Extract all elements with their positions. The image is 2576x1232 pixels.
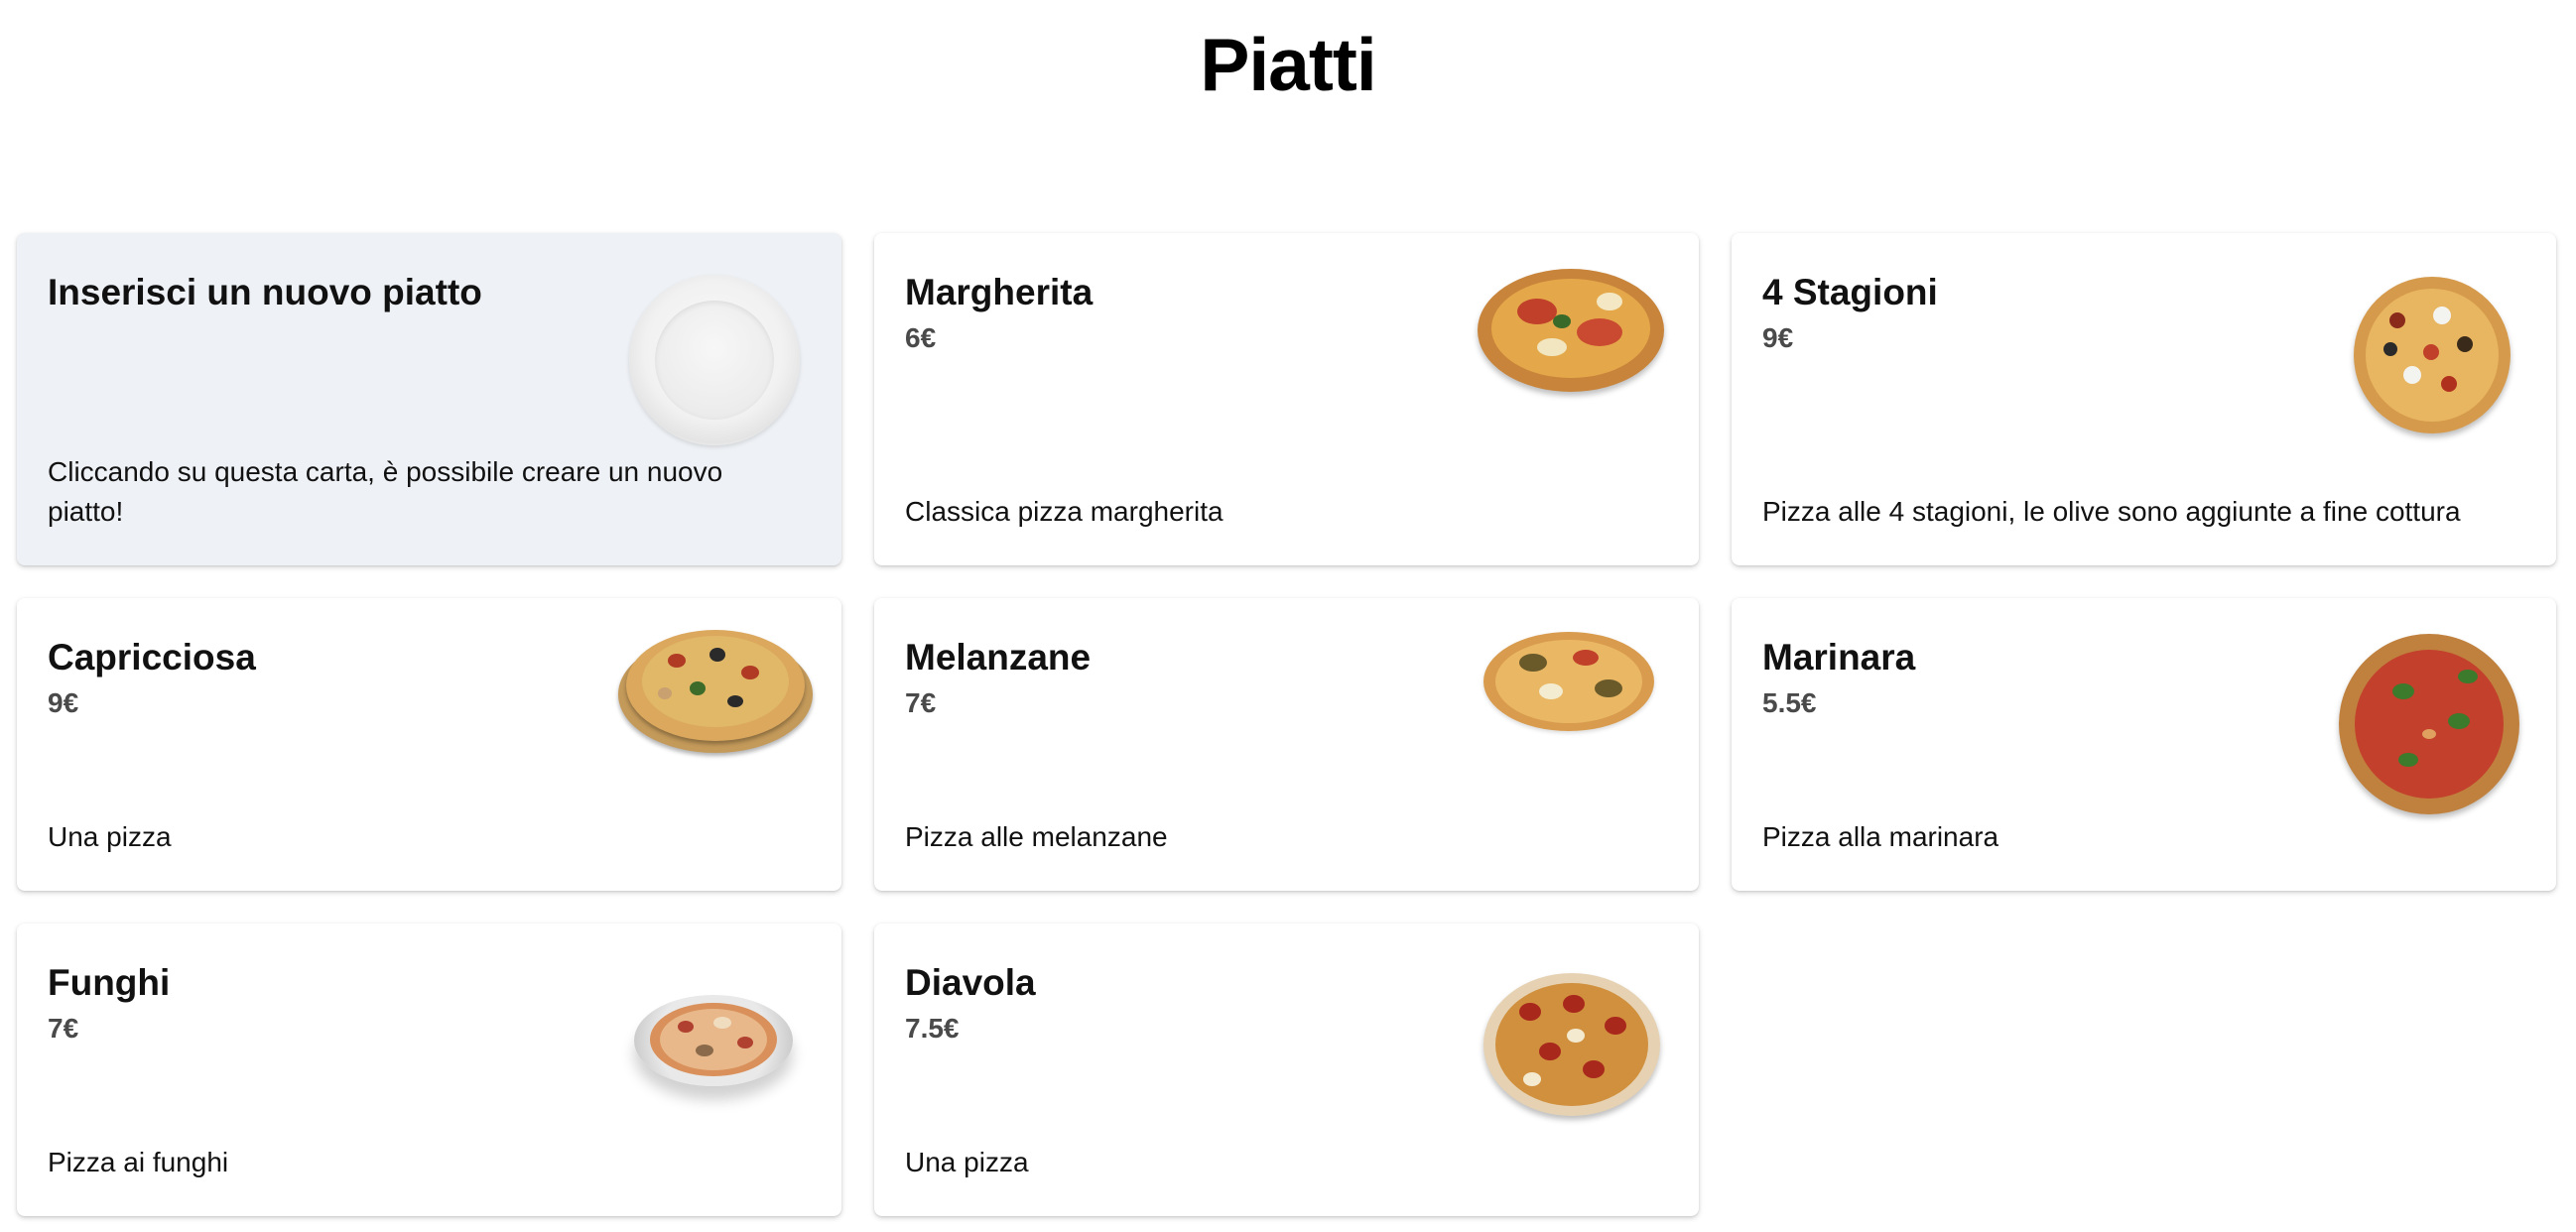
dish-price: 7.5€ [905, 1013, 960, 1044]
dish-description: Pizza alle 4 stagioni, le olive sono agg… [1762, 496, 2461, 527]
dish-description: Classica pizza margherita [905, 496, 1224, 527]
pizza-image [1483, 973, 1660, 1116]
dish-price: 6€ [905, 322, 937, 353]
dish-name: Marinara [1762, 637, 1916, 678]
dish-description: Pizza alle melanzane [905, 821, 1168, 852]
dish-price: 7€ [905, 687, 937, 718]
dish-card-diavola[interactable]: Diavola 7.5€ Una pizza [874, 924, 1699, 1216]
dish-name: Margherita [905, 272, 1094, 312]
dish-description: Una pizza [48, 821, 172, 852]
dish-name: Diavola [905, 962, 1036, 1003]
dish-card-marinara[interactable]: Marinara 5.5€ Pizza alla marinara [1732, 598, 2556, 891]
card-description: Cliccando su questa carta, è possibile c… [48, 456, 723, 527]
dish-name: Funghi [48, 962, 171, 1003]
dish-card-funghi[interactable]: Funghi 7€ Pizza ai funghi [17, 924, 841, 1216]
pizza-image [2339, 634, 2519, 814]
pizza-image [1483, 632, 1654, 731]
page-title: Piatti [1200, 23, 1376, 106]
dish-description: Una pizza [905, 1147, 1029, 1177]
dish-name: Melanzane [905, 637, 1092, 678]
dish-name: Capricciosa [48, 637, 256, 678]
dish-card-melanzane[interactable]: Melanzane 7€ Pizza alle melanzane [874, 598, 1699, 891]
dish-description: Pizza ai funghi [48, 1147, 229, 1177]
dish-price: 9€ [48, 687, 79, 718]
new-dish-card[interactable]: Inserisci un nuovo piatto Cliccando su q… [17, 233, 841, 565]
pizza-image [634, 995, 793, 1104]
dish-price: 7€ [48, 1013, 79, 1044]
dish-price: 9€ [1762, 322, 1794, 353]
pizza-image [618, 626, 813, 753]
card-title: Inserisci un nuovo piatto [48, 272, 482, 312]
pizza-image [1478, 269, 1664, 392]
plate-icon [629, 275, 800, 445]
dish-price: 5.5€ [1762, 687, 1817, 718]
dish-card-capricciosa[interactable]: Capricciosa 9€ Una pizza [17, 598, 841, 891]
dish-card-margherita[interactable]: Margherita 6€ Classica pizza margherita [874, 233, 1699, 565]
dish-card-4-stagioni[interactable]: 4 Stagioni 9€ Pizza alle 4 stagioni, le … [1732, 233, 2556, 565]
pizza-image [2354, 277, 2511, 433]
dish-name: 4 Stagioni [1762, 272, 1938, 312]
dish-grid: Inserisci un nuovo piatto Cliccando su q… [17, 233, 2556, 1216]
dish-description: Pizza alla marinara [1762, 821, 1999, 852]
